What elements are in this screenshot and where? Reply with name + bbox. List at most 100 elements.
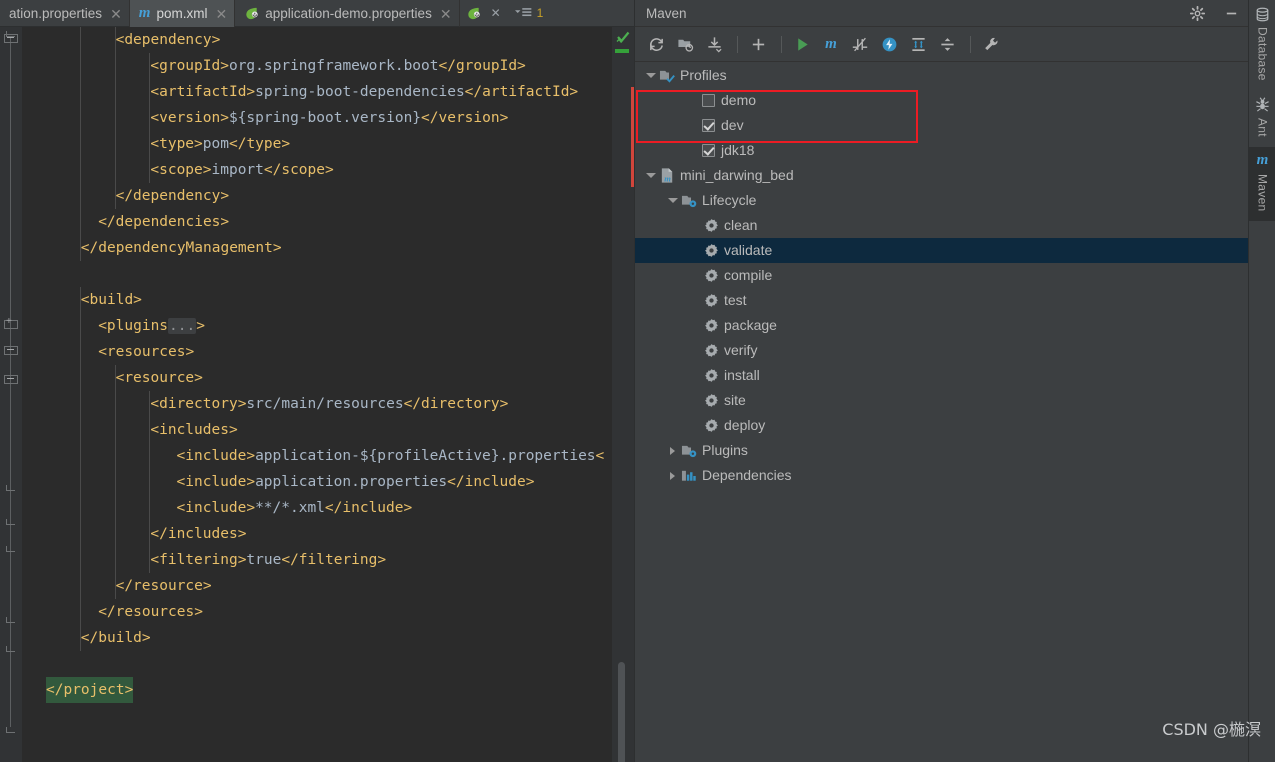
code-line[interactable]: <directory>src/main/resources</directory… bbox=[22, 391, 612, 417]
editor-tab-pom-xml[interactable]: m pom.xml ✕ bbox=[129, 0, 236, 27]
indent-guide bbox=[79, 521, 81, 547]
chevron-right-icon[interactable] bbox=[665, 438, 680, 463]
code-line[interactable]: </dependencyManagement> bbox=[22, 235, 612, 261]
tree-row[interactable]: Lifecycle bbox=[635, 188, 1249, 213]
chevron-right-icon[interactable] bbox=[665, 463, 680, 488]
fold-collapse-marker[interactable] bbox=[4, 31, 18, 44]
editor-tab-strip: ation.properties ✕ m pom.xml ✕ application-de… bbox=[0, 0, 634, 27]
code-token: </version> bbox=[421, 110, 509, 126]
indent-guide bbox=[149, 443, 151, 469]
chevron-down-icon[interactable] bbox=[643, 63, 658, 88]
tree-row[interactable]: m mini_darwing_bed bbox=[635, 163, 1249, 188]
inspection-ok-icon[interactable] bbox=[616, 31, 630, 45]
expand-all-button[interactable] bbox=[905, 32, 931, 58]
tree-row[interactable]: demo bbox=[635, 88, 1249, 113]
code-line[interactable]: </resources> bbox=[22, 599, 612, 625]
fold-region-end-marker[interactable] bbox=[6, 485, 15, 491]
minimize-icon[interactable] bbox=[1222, 5, 1240, 23]
close-icon[interactable]: ✕ bbox=[110, 7, 122, 21]
code-line[interactable]: <include>application-${profileActive}.pr… bbox=[22, 443, 612, 469]
indent-guide bbox=[114, 443, 116, 469]
code-line[interactable]: <version>${spring-boot.version}</version… bbox=[22, 105, 612, 131]
profile-checkbox[interactable] bbox=[702, 94, 715, 107]
generate-sources-button[interactable] bbox=[672, 32, 698, 58]
collapsed-fold-region[interactable]: ... bbox=[168, 318, 197, 334]
maven-settings-button[interactable] bbox=[978, 32, 1004, 58]
close-icon[interactable]: ✕ bbox=[491, 6, 501, 20]
code-line[interactable]: </resource> bbox=[22, 573, 612, 599]
close-icon[interactable]: ✕ bbox=[215, 7, 227, 21]
toggle-offline-mode-button[interactable] bbox=[876, 32, 902, 58]
tool-stripe-ant[interactable]: Ant bbox=[1249, 91, 1275, 147]
tree-row[interactable]: dev bbox=[635, 113, 1249, 138]
editor-tab-ation-properties[interactable]: ation.properties ✕ bbox=[0, 0, 130, 27]
editor-tab-application-demo-properties[interactable]: application-demo.properties ✕ bbox=[235, 0, 460, 27]
code-line[interactable]: <filtering>true</filtering> bbox=[22, 547, 612, 573]
fold-region-end-marker[interactable] bbox=[6, 727, 15, 733]
fold-region-end-marker[interactable] bbox=[6, 519, 15, 525]
fold-region-end-marker[interactable] bbox=[6, 646, 15, 652]
code-line[interactable]: </dependency> bbox=[22, 183, 612, 209]
tab-overflow-button[interactable]: 1 bbox=[514, 6, 543, 20]
tree-row[interactable]: Profiles bbox=[635, 63, 1249, 88]
code-line[interactable]: <include>**/*.xml</include> bbox=[22, 495, 612, 521]
code-line[interactable]: <artifactId>spring-boot-dependencies</ar… bbox=[22, 79, 612, 105]
profile-checkbox[interactable] bbox=[702, 119, 715, 132]
code-line[interactable]: <groupId>org.springframework.boot</group… bbox=[22, 53, 612, 79]
tree-row[interactable]: clean bbox=[635, 213, 1249, 238]
run-maven-build-button[interactable] bbox=[789, 32, 815, 58]
fold-collapse-marker[interactable] bbox=[4, 343, 18, 356]
close-icon[interactable]: ✕ bbox=[440, 7, 452, 21]
tree-row[interactable]: package bbox=[635, 313, 1249, 338]
reload-all-maven-projects-button[interactable] bbox=[643, 32, 669, 58]
tool-stripe-database[interactable]: Database bbox=[1249, 0, 1275, 91]
tool-stripe-maven[interactable]: m Maven bbox=[1249, 146, 1275, 222]
collapse-all-button[interactable] bbox=[934, 32, 960, 58]
code-token: application.properties bbox=[255, 474, 448, 490]
code-line[interactable]: </includes> bbox=[22, 521, 612, 547]
tree-row[interactable]: Plugins bbox=[635, 438, 1249, 463]
execute-maven-goal-button[interactable]: m bbox=[818, 32, 844, 58]
code-line[interactable]: <resources> bbox=[22, 339, 612, 365]
tree-row[interactable]: test bbox=[635, 288, 1249, 313]
code-line[interactable]: <build> bbox=[22, 287, 612, 313]
download-sources-button[interactable] bbox=[701, 32, 727, 58]
code-line[interactable]: <scope>import</scope> bbox=[22, 157, 612, 183]
code-line[interactable]: </build> bbox=[22, 625, 612, 651]
code-line[interactable] bbox=[22, 261, 612, 287]
chevron-down-icon[interactable] bbox=[643, 163, 658, 188]
code-line[interactable]: <plugins...> bbox=[22, 313, 612, 339]
editor-scrollbar-thumb[interactable] bbox=[618, 662, 625, 762]
tree-row[interactable]: site bbox=[635, 388, 1249, 413]
tree-row[interactable]: Dependencies bbox=[635, 463, 1249, 488]
add-maven-project-button[interactable] bbox=[745, 32, 771, 58]
tree-row[interactable]: validate bbox=[635, 238, 1249, 263]
collapse-all-icon bbox=[940, 38, 954, 51]
fold-region-end-marker[interactable] bbox=[6, 617, 15, 623]
tree-row[interactable]: install bbox=[635, 363, 1249, 388]
code-editor-area[interactable]: <dependency> <groupId>org.springframework… bbox=[22, 27, 612, 762]
tree-row[interactable]: deploy bbox=[635, 413, 1249, 438]
editor-gutter[interactable] bbox=[0, 27, 22, 762]
fold-region-end-marker[interactable] bbox=[6, 546, 15, 552]
fold-collapse-marker[interactable] bbox=[4, 372, 18, 385]
code-line[interactable]: <type>pom</type> bbox=[22, 131, 612, 157]
download-icon bbox=[707, 37, 722, 53]
tree-row[interactable]: compile bbox=[635, 263, 1249, 288]
chevron-down-icon[interactable] bbox=[665, 188, 680, 213]
code-line[interactable]: </dependencies> bbox=[22, 209, 612, 235]
code-line[interactable]: </project> bbox=[22, 677, 612, 703]
fold-expand-marker[interactable] bbox=[4, 315, 18, 330]
tree-row[interactable]: jdk18 bbox=[635, 138, 1249, 163]
code-line[interactable] bbox=[22, 651, 612, 677]
code-line[interactable]: <include>application.properties</include… bbox=[22, 469, 612, 495]
tree-row[interactable]: verify bbox=[635, 338, 1249, 363]
tree-item-label: compile bbox=[724, 267, 773, 283]
maven-project-tree[interactable]: Profiles demo dev jdk18 m mini_darwing_bed Lif… bbox=[635, 63, 1249, 762]
toggle-skip-tests-button[interactable] bbox=[847, 32, 873, 58]
code-line[interactable]: <resource> bbox=[22, 365, 612, 391]
gear-icon[interactable] bbox=[1188, 5, 1206, 23]
code-line[interactable]: <dependency> bbox=[22, 27, 612, 53]
code-line[interactable]: <includes> bbox=[22, 417, 612, 443]
profile-checkbox[interactable] bbox=[702, 144, 715, 157]
